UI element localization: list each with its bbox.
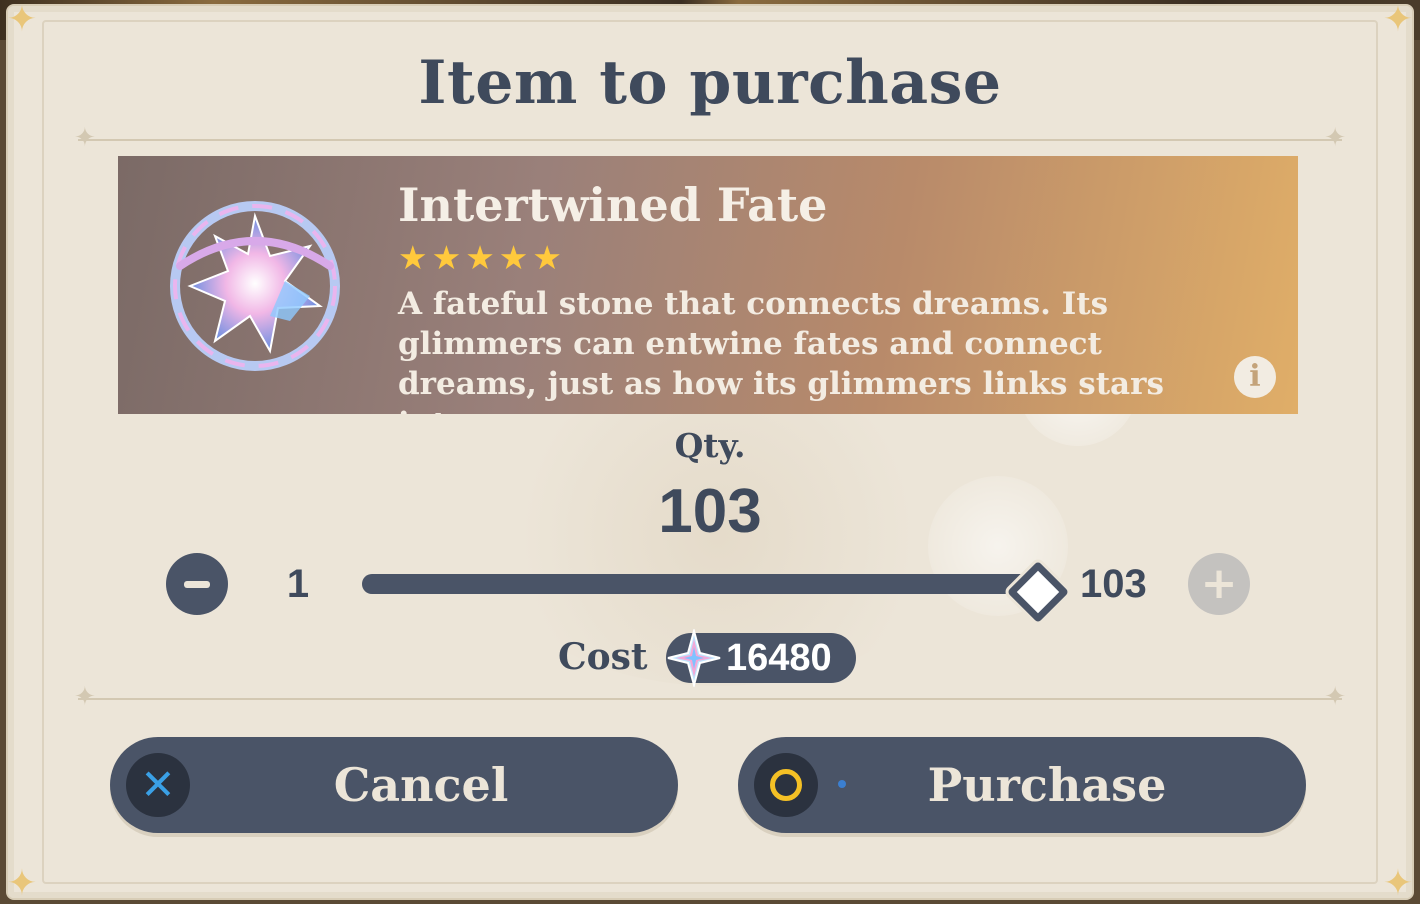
purchase-button[interactable]: Purchase [738,737,1306,833]
purchase-dialog: ✦ ✦ ✦ ✦ Item to purchase Intertwined Fat… [8,6,1412,898]
cost-label: Cost [558,636,648,678]
dialog-title: Item to purchase [418,48,1002,118]
cost-badge: 16480 [666,629,856,687]
item-name: Intertwined Fate [398,178,828,232]
slider-max-value: 103 [1080,562,1147,606]
cancel-button[interactable]: ✕ Cancel [110,737,678,833]
rarity-stars: ★ ★ ★ ★ ★ [398,240,562,276]
cancel-button-label: Cancel [333,758,509,812]
decrease-quantity-button[interactable] [166,553,228,615]
quantity-label: Qty. [674,426,746,465]
quantity-value: 103 [658,477,762,546]
slider-fill [362,574,1038,594]
purchase-button-label: Purchase [927,758,1167,812]
corner-ornament-icon: ✦ [1382,6,1412,40]
star-icon: ★ [398,238,428,277]
primogem-icon [667,629,721,687]
corner-ornament-icon: ✦ [8,863,38,899]
cost-value: 16480 [726,637,832,679]
item-card: Intertwined Fate ★ ★ ★ ★ ★ A fateful sto… [118,156,1298,414]
divider [74,123,1346,153]
star-icon: ★ [532,238,562,277]
increase-quantity-button[interactable]: + [1188,553,1250,615]
slider-min-value: 1 [286,562,310,606]
info-icon[interactable]: i [1234,356,1276,398]
item-description: A fateful stone that connects dreams. It… [398,286,1164,414]
corner-ornament-icon: ✦ [1382,863,1412,899]
intertwined-fate-icon [170,201,340,371]
quantity-slider[interactable] [362,574,1038,594]
divider [74,682,1346,712]
star-icon: ★ [498,238,529,277]
corner-ornament-icon: ✦ [8,6,38,40]
star-icon: ★ [465,238,495,277]
star-icon: ★ [431,238,462,277]
